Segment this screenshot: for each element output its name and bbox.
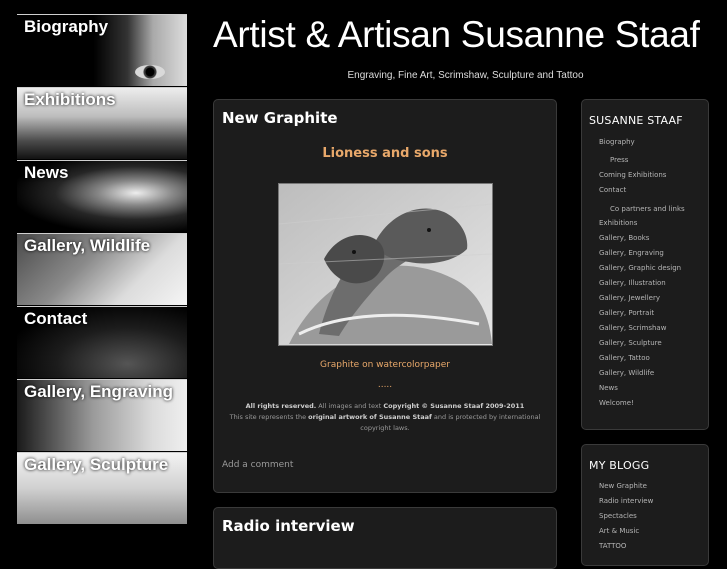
blog-link[interactable]: TATTOO bbox=[599, 541, 653, 556]
menu-item[interactable]: Contact bbox=[599, 185, 685, 200]
nav-tile-exhibitions[interactable]: Exhibitions bbox=[17, 87, 187, 159]
menu-item[interactable]: Biography bbox=[599, 137, 685, 152]
blog-link[interactable]: Spectacles bbox=[599, 511, 653, 526]
nav-tile-contact[interactable]: Contact bbox=[17, 306, 187, 378]
site-title[interactable]: Artist & Artisan Susanne Staaf bbox=[213, 14, 700, 56]
artwork-caption: Graphite on watercolorpaper bbox=[320, 360, 450, 370]
menu-item[interactable]: Press bbox=[599, 152, 685, 170]
nav-tile-label: Contact bbox=[24, 309, 88, 328]
nav-tile-label: Gallery, Sculpture bbox=[24, 455, 169, 474]
nav-tile-gallery-engraving[interactable]: Gallery, Engraving bbox=[17, 379, 187, 451]
nav-tile-news[interactable]: News bbox=[17, 160, 187, 232]
menu-item[interactable]: News bbox=[599, 383, 685, 398]
rights-text: This site represents the bbox=[229, 413, 309, 421]
widget-title: SUSANNE STAAF bbox=[589, 114, 683, 127]
image-nav: Biography Exhibitions News Gallery, Wild… bbox=[17, 14, 187, 525]
menu-item[interactable]: Coming Exhibitions bbox=[599, 170, 685, 185]
nav-tile-label: Gallery, Engraving bbox=[24, 382, 173, 401]
site-tagline: Engraving, Fine Art, Scrimshaw, Sculptur… bbox=[347, 70, 584, 81]
nav-tile-label: Gallery, Wildlife bbox=[24, 236, 151, 255]
nav-tile-label: News bbox=[24, 163, 69, 182]
nav-tile-gallery-sculpture[interactable]: Gallery, Sculpture bbox=[17, 452, 187, 524]
copyright-text: Copyright © Susanne Staaf 2009-2011 bbox=[383, 402, 525, 410]
post-title[interactable]: New Graphite bbox=[222, 109, 338, 127]
menu-item[interactable]: Gallery, Sculpture bbox=[599, 338, 685, 353]
menu-item[interactable]: Gallery, Engraving bbox=[599, 248, 685, 263]
separator-dots: ..... bbox=[377, 380, 393, 390]
portrait-eye-image bbox=[135, 65, 165, 79]
rights-text: All images and text bbox=[316, 402, 384, 410]
nav-tile-label: Exhibitions bbox=[24, 90, 116, 109]
sidebar-blog-widget: MY BLOGG New Graphite Radio interview Sp… bbox=[581, 444, 709, 566]
post-subtitle: Lioness and sons bbox=[322, 146, 448, 161]
menu-item[interactable]: Gallery, Jewellery bbox=[599, 293, 685, 308]
menu-item[interactable]: Welcome! bbox=[599, 398, 685, 413]
widget-title: MY BLOGG bbox=[589, 459, 650, 472]
nav-tile-gallery-wildlife[interactable]: Gallery, Wildlife bbox=[17, 233, 187, 305]
blog-post: New Graphite Lioness and sons Graphite o… bbox=[213, 99, 557, 493]
artwork-image-lioness[interactable] bbox=[278, 183, 493, 346]
sidebar-menu: Biography Press Coming Exhibitions Conta… bbox=[599, 137, 685, 413]
menu-item[interactable]: Gallery, Tattoo bbox=[599, 353, 685, 368]
copyright-notice: All rights reserved. All images and text… bbox=[220, 401, 550, 434]
menu-item[interactable]: Gallery, Portrait bbox=[599, 308, 685, 323]
lioness-drawing bbox=[279, 184, 492, 345]
menu-item[interactable]: Gallery, Wildlife bbox=[599, 368, 685, 383]
blog-link[interactable]: Radio interview bbox=[599, 496, 653, 511]
add-comment-link[interactable]: Add a comment bbox=[222, 460, 293, 470]
blog-link[interactable]: Art & Music bbox=[599, 526, 653, 541]
blog-link[interactable]: New Graphite bbox=[599, 481, 653, 496]
menu-item[interactable]: Gallery, Scrimshaw bbox=[599, 323, 685, 338]
rights-text: All rights reserved. bbox=[245, 402, 317, 410]
rights-text: original artwork of Susanne Staaf bbox=[308, 413, 432, 421]
menu-item[interactable]: Gallery, Illustration bbox=[599, 278, 685, 293]
sidebar-menu-widget: SUSANNE STAAF Biography Press Coming Exh… bbox=[581, 99, 709, 430]
blog-post: Radio interview bbox=[213, 507, 557, 569]
menu-item[interactable]: Co partners and links bbox=[599, 200, 685, 218]
menu-item[interactable]: Gallery, Books bbox=[599, 233, 685, 248]
post-title[interactable]: Radio interview bbox=[222, 517, 355, 535]
nav-tile-label: Biography bbox=[24, 17, 109, 36]
nav-tile-biography[interactable]: Biography bbox=[17, 14, 187, 86]
menu-item[interactable]: Gallery, Graphic design bbox=[599, 263, 685, 278]
menu-item[interactable]: Exhibitions bbox=[599, 218, 685, 233]
